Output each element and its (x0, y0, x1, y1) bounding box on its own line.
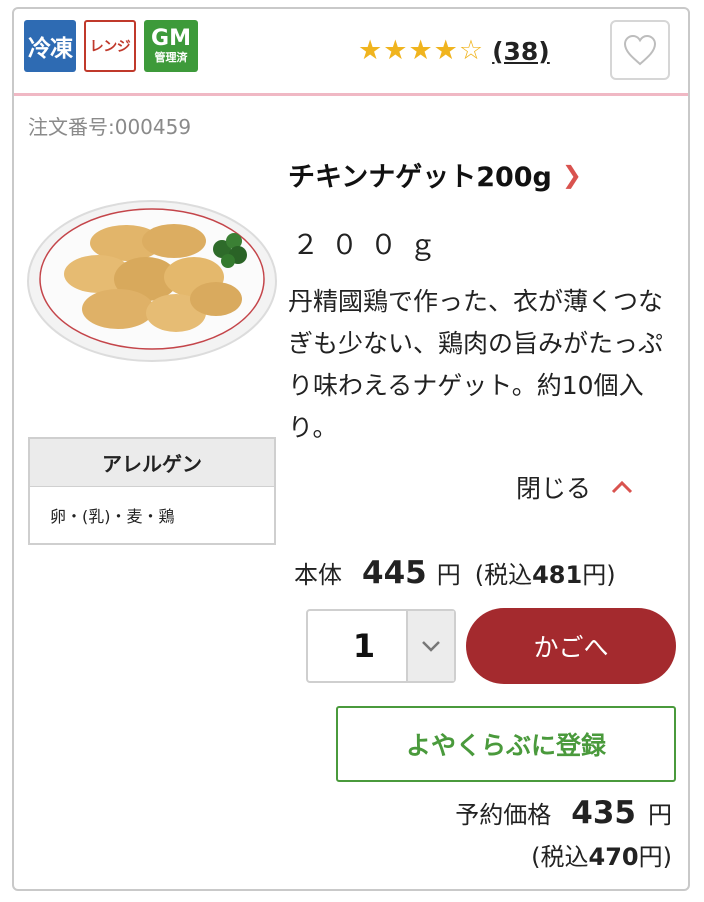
product-name-link[interactable]: チキンナゲット200g ❯ (288, 155, 582, 194)
reserve-tax-suffix: 円) (638, 843, 672, 871)
star-filled-icon: ★ (408, 35, 433, 66)
heart-outline-icon (623, 34, 657, 66)
tax-prefix: (税込 (474, 561, 533, 589)
gm-badge-top: GM (151, 26, 191, 51)
close-description-toggle[interactable]: 閉じる (516, 469, 633, 505)
star-filled-icon: ★ (358, 35, 383, 66)
product-weight: ２００ｇ (292, 230, 448, 261)
frozen-badge: 冷凍 (24, 20, 76, 72)
reserve-tax-value: 470 (588, 843, 639, 871)
header-divider (14, 93, 688, 96)
star-empty-icon: ☆ (458, 35, 484, 66)
microwave-badge: レンジ (84, 20, 136, 72)
reserve-price-yen: 円 (648, 801, 672, 829)
order-number: 注文番号:000459 (28, 115, 192, 139)
chicken-nugget-plate-icon (27, 200, 277, 362)
chevron-down-icon[interactable] (406, 611, 454, 681)
reserve-price-value: 435 (571, 795, 636, 831)
chevron-up-icon (611, 475, 633, 499)
add-to-cart-button[interactable]: かごへ (466, 608, 676, 684)
review-count-link[interactable]: (38) (492, 37, 550, 66)
tax-suffix: 円) (582, 561, 616, 589)
star-filled-icon: ★ (433, 35, 458, 66)
allergen-title: アレルゲン (30, 439, 274, 487)
gm-badge-bottom: 管理済 (154, 51, 188, 64)
gm-managed-badge: GM 管理済 (144, 20, 198, 72)
quantity-value: 1 (352, 627, 376, 665)
product-image[interactable] (26, 179, 278, 369)
product-description: 丹精國鶏で作った、衣が薄くつなぎも少ない、鶏肉の旨みがたっぷり味わえるナゲット。… (288, 287, 664, 442)
rating: ★ ★ ★ ★ ☆ (38) (358, 36, 550, 66)
reserve-club-register-button[interactable]: よやくらぶに登録 (336, 706, 676, 782)
reserve-price-label: 予約価格 (455, 801, 552, 829)
reserve-tax-prefix: (税込 (531, 843, 589, 871)
favorite-button[interactable] (610, 20, 670, 80)
base-price-value: 445 (362, 555, 427, 591)
allergen-box: アレルゲン 卵・(乳)・麦・鶏 (28, 437, 276, 545)
microwave-badge-label: レンジ (89, 39, 131, 55)
chevron-right-icon: ❯ (561, 160, 582, 189)
product-name: チキンナゲット200g (288, 162, 552, 193)
base-price: 本体 445 円 (税込481円) (294, 555, 616, 591)
allergen-items: 卵・(乳)・麦・鶏 (50, 507, 175, 526)
base-price-label: 本体 (294, 561, 342, 589)
tax-value: 481 (532, 561, 583, 589)
quantity-select[interactable]: 1 (306, 609, 456, 683)
reserve-price-tax: (税込470円) (531, 837, 672, 872)
frozen-badge-label: 冷凍 (28, 36, 73, 62)
reserve-price: 予約価格 435 円 (455, 795, 672, 831)
close-label: 閉じる (516, 474, 592, 503)
star-filled-icon: ★ (383, 35, 408, 66)
product-card: 冷凍 レンジ GM 管理済 ★ ★ ★ ★ ☆ (38) 注文番号:000459 (12, 7, 690, 891)
base-price-tax: (税込481円) (475, 555, 616, 590)
base-price-yen: 円 (436, 561, 461, 589)
